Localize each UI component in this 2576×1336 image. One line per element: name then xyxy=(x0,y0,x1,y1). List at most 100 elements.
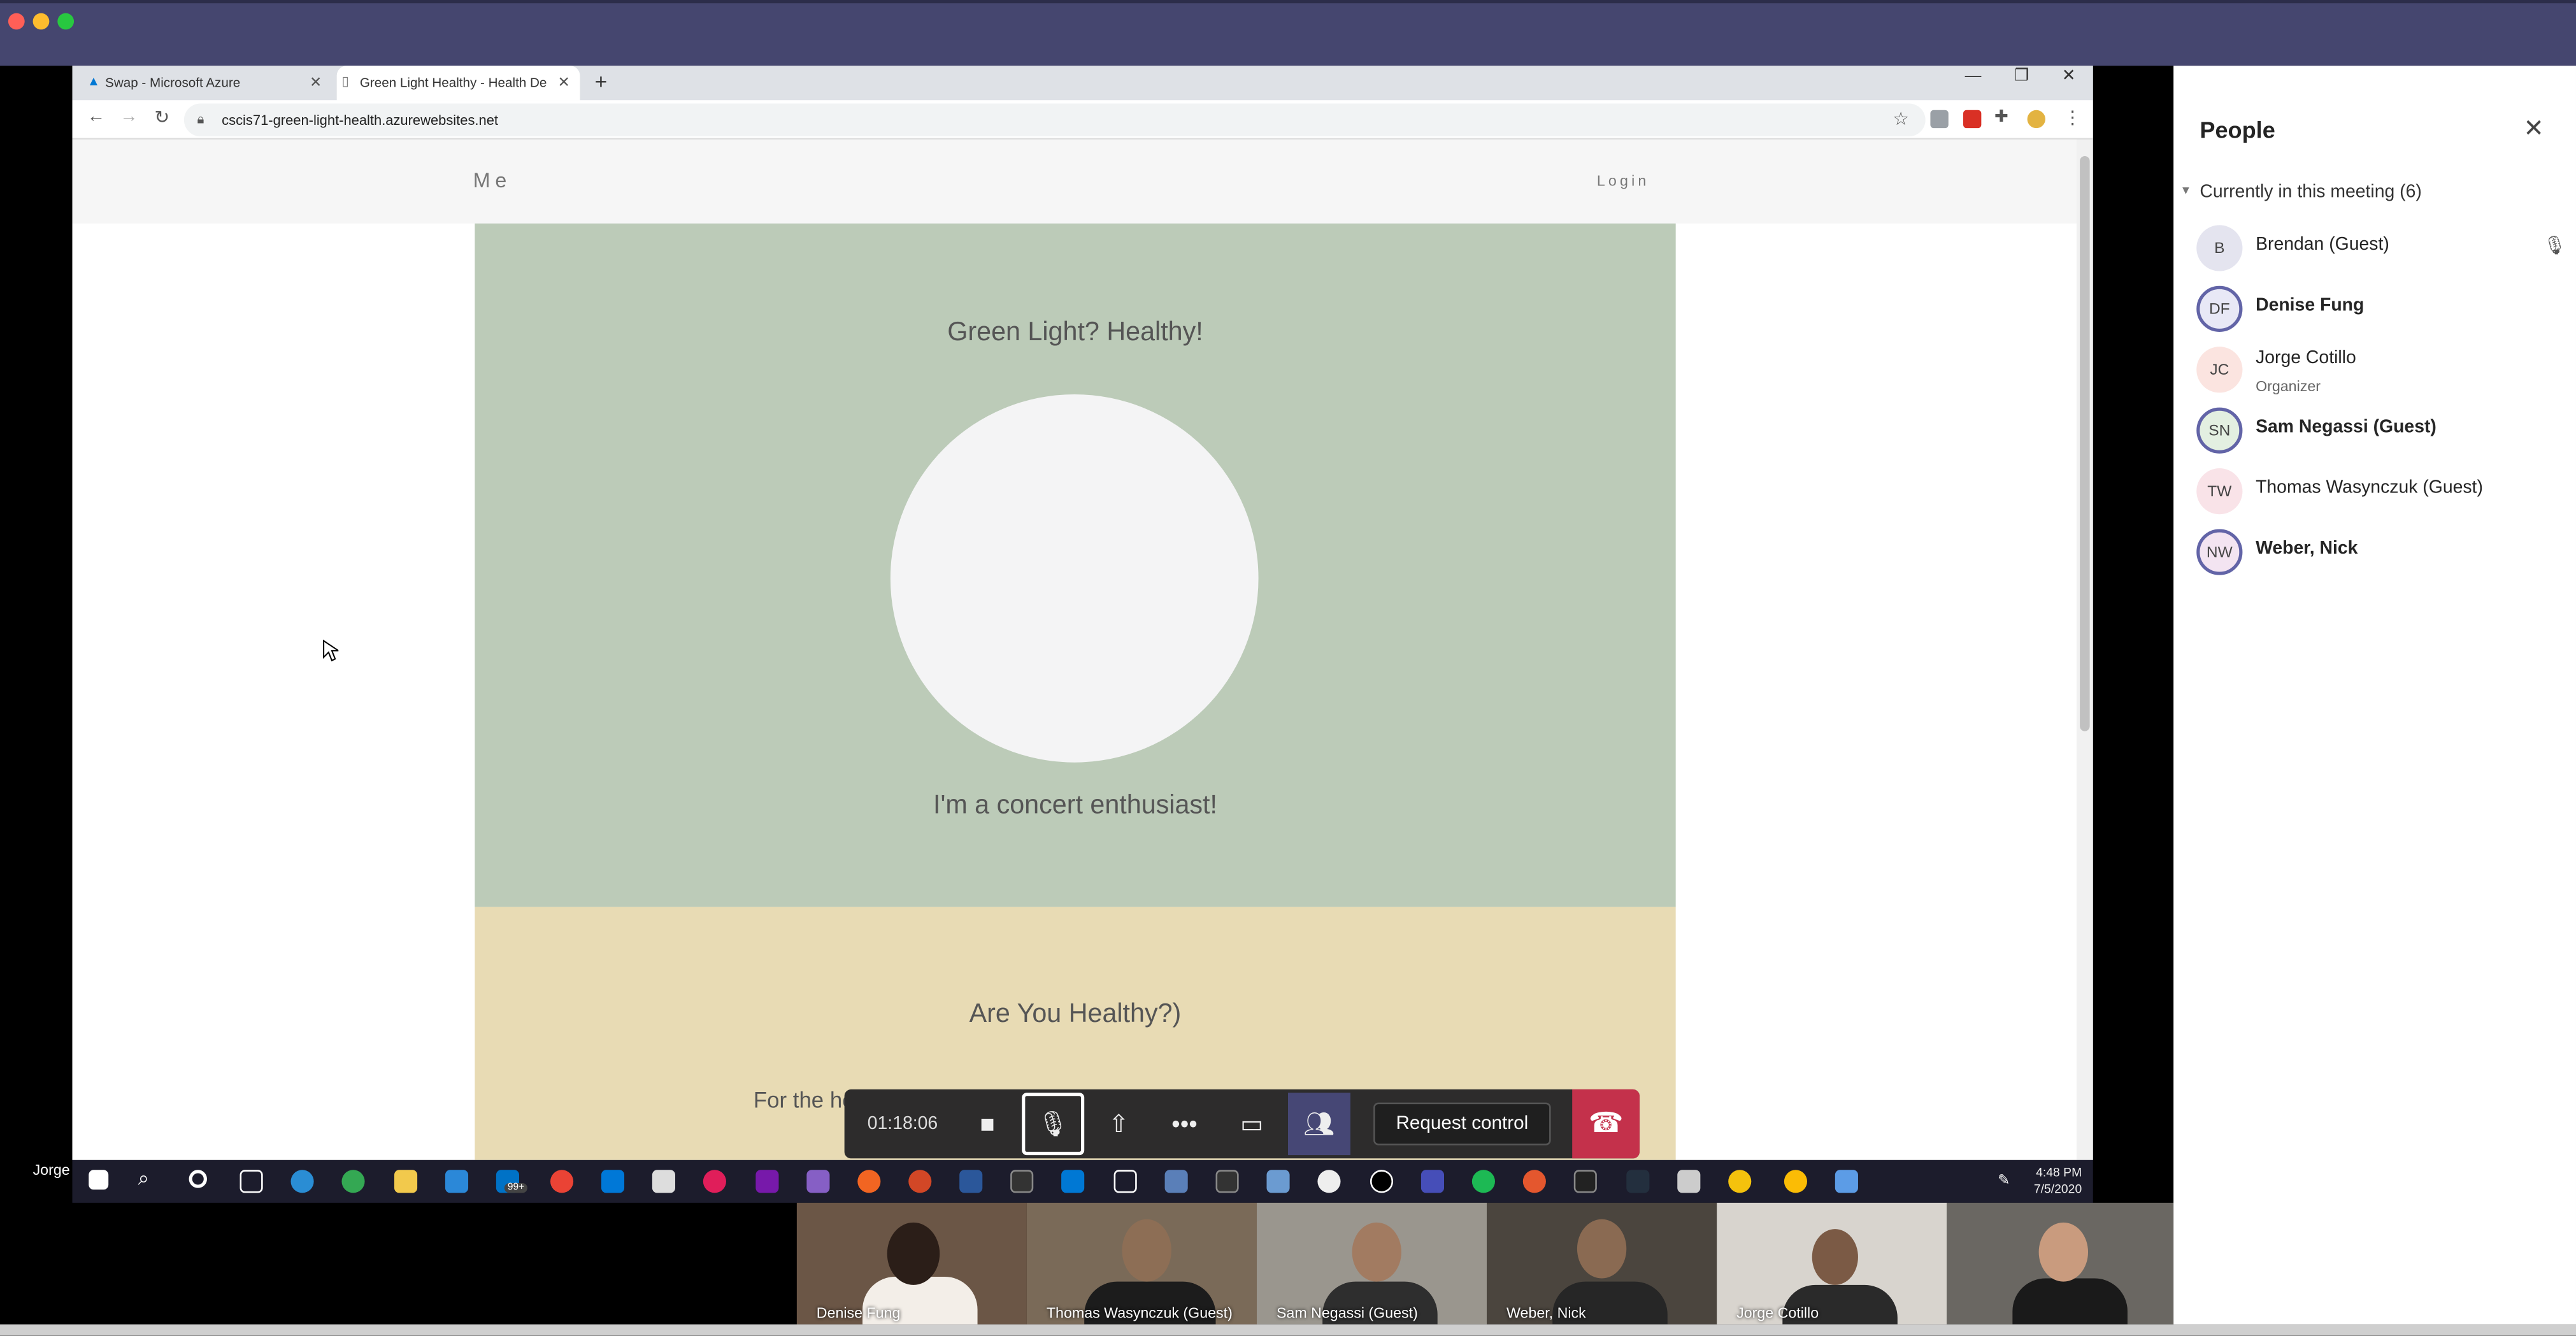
postman-icon[interactable] xyxy=(857,1170,881,1193)
video-tile[interactable]: Thomas Wasynczuk (Guest) xyxy=(1026,1202,1257,1325)
mic-off-icon[interactable]: 🎙︎ xyxy=(1022,1093,1085,1156)
participant-row[interactable]: TW Thomas Wasynczuk (Guest) xyxy=(2196,462,2566,521)
close-icon[interactable]: ✕ xyxy=(2523,113,2544,143)
task-view-icon[interactable] xyxy=(240,1170,263,1193)
hero-subtitle: I'm a concert enthusiast! xyxy=(933,792,1217,820)
address-bar[interactable]: 🔒︎ cscis71-green-light-health.azurewebsi… xyxy=(183,103,1926,137)
tab-azure[interactable]: ▲ Swap - Microsoft Azure ✕ xyxy=(82,66,332,100)
amazon-music-icon[interactable] xyxy=(1626,1170,1650,1193)
site-nav: Me Login xyxy=(72,140,2077,224)
close-icon[interactable]: ✕ xyxy=(2062,68,2076,85)
request-control-button[interactable]: Request control xyxy=(1373,1102,1551,1146)
video-tile[interactable]: Denise Fung xyxy=(796,1202,1027,1325)
powerpoint-icon[interactable] xyxy=(908,1170,932,1193)
search-icon[interactable]: ⌕ xyxy=(138,1167,161,1189)
cortana-icon[interactable] xyxy=(189,1170,207,1188)
hang-up-icon: ☎︎ xyxy=(1588,1107,1624,1139)
word-icon[interactable] xyxy=(959,1170,983,1193)
restore-icon[interactable]: ❐ xyxy=(2014,68,2029,85)
url-text: cscis71-green-light-health.azurewebsites… xyxy=(222,111,498,129)
participant-name: Jorge Cotillo xyxy=(2256,348,2356,368)
reload-icon[interactable]: ↻ xyxy=(154,107,169,128)
app-orange-icon[interactable] xyxy=(1522,1170,1546,1193)
camera-icon[interactable]: ■ xyxy=(959,1093,1015,1155)
minimize-window-icon[interactable] xyxy=(32,13,50,30)
participant-role: Organizer xyxy=(2256,378,2321,394)
share-screen-icon[interactable]: ⇧ xyxy=(1091,1093,1147,1155)
hang-up-button[interactable]: ☎︎ xyxy=(1572,1089,1640,1159)
extension-badge-icon[interactable] xyxy=(1963,110,1982,129)
scrollbar-thumb[interactable] xyxy=(2080,156,2090,731)
video-tile[interactable]: Jorge Cotillo xyxy=(1717,1202,1947,1325)
forward-icon[interactable]: → xyxy=(120,107,138,127)
snip-icon[interactable] xyxy=(1113,1170,1137,1193)
meeting-section-header[interactable]: ▼ Currently in this meeting (6) xyxy=(2180,182,2421,202)
video-name: Thomas Wasynczuk (Guest) xyxy=(1046,1304,1233,1321)
store-icon[interactable] xyxy=(445,1170,469,1193)
network-icon[interactable] xyxy=(1266,1170,1290,1193)
avatar: TW xyxy=(2196,468,2243,515)
more-options-icon[interactable]: ••• xyxy=(1157,1093,1213,1155)
edge-icon[interactable] xyxy=(290,1170,314,1193)
login-link[interactable]: Login xyxy=(1597,173,1650,189)
console-icon[interactable] xyxy=(1215,1170,1239,1193)
github-icon[interactable] xyxy=(1370,1170,1394,1193)
mic-muted-icon: 🎙︎ xyxy=(2543,236,2566,257)
spotify-icon[interactable] xyxy=(1471,1170,1495,1193)
pen-icon[interactable]: ✎ xyxy=(1998,1172,2021,1195)
video-tile[interactable] xyxy=(1947,1202,2174,1325)
maximize-window-icon[interactable] xyxy=(57,13,75,30)
windows-start-icon[interactable] xyxy=(89,1170,109,1190)
participant-row[interactable]: DF Denise Fung xyxy=(2196,279,2566,338)
remote-desktop-icon[interactable] xyxy=(1164,1170,1188,1193)
participants-icon[interactable]: 👥︎ xyxy=(1287,1093,1351,1156)
norton-icon[interactable] xyxy=(1728,1170,1752,1193)
video-tile[interactable]: Sam Negassi (Guest) xyxy=(1256,1202,1487,1325)
app-circle-icon[interactable] xyxy=(1317,1170,1341,1193)
video-tile[interactable]: Weber, Nick xyxy=(1487,1202,1717,1325)
participant-row[interactable]: B Brendan (Guest) 🎙︎ xyxy=(2196,219,2566,278)
hero-title: Green Light? Healthy! xyxy=(947,319,1203,347)
clock-time: 4:48 PM xyxy=(2036,1165,2082,1180)
terminal-icon[interactable] xyxy=(1010,1170,1034,1193)
chat-icon[interactable]: ▭ xyxy=(1224,1093,1280,1155)
close-window-icon[interactable] xyxy=(8,13,25,30)
profile-image-circle xyxy=(890,394,1259,763)
chrome-icon[interactable] xyxy=(341,1170,365,1193)
connect-icon[interactable] xyxy=(1835,1170,1858,1193)
tab-green-light[interactable]: ▯ Green Light Healthy - Health De ✕ xyxy=(336,66,580,101)
azure-icon: ▲ xyxy=(87,74,101,89)
back-icon[interactable]: ← xyxy=(87,107,105,127)
paint-icon[interactable] xyxy=(652,1170,676,1193)
taskbar-clock[interactable]: 4:48 PM 7/5/2020 xyxy=(2034,1165,2082,1198)
cmd-icon[interactable] xyxy=(1573,1170,1597,1193)
participant-row[interactable]: SN Sam Negassi (Guest) xyxy=(2196,401,2566,460)
avatar: NW xyxy=(2196,529,2243,575)
visual-studio-icon[interactable] xyxy=(806,1170,830,1193)
file-explorer-icon[interactable] xyxy=(394,1170,418,1193)
new-tab-button[interactable]: + xyxy=(595,69,608,94)
onenote-icon[interactable] xyxy=(755,1170,779,1193)
close-tab-icon[interactable]: ✕ xyxy=(310,74,322,92)
participant-row[interactable]: JC Jorge Cotillo Organizer xyxy=(2196,340,2566,399)
tab-label: Green Light Healthy - Health De xyxy=(359,75,547,90)
chrome-app-icon[interactable] xyxy=(550,1170,574,1193)
site-brand[interactable]: Me xyxy=(473,169,512,192)
puzzle-icon[interactable]: ✚ xyxy=(1994,108,2008,126)
menu-kebab-icon[interactable]: ⋮ xyxy=(2063,107,2081,128)
vscode-icon[interactable] xyxy=(601,1170,625,1193)
teams-icon[interactable] xyxy=(1420,1170,1445,1193)
avatar: DF xyxy=(2196,285,2243,332)
chrome-active-icon[interactable] xyxy=(1784,1170,1807,1193)
video-name: Denise Fung xyxy=(816,1304,901,1321)
close-tab-icon[interactable]: ✕ xyxy=(557,74,569,92)
star-icon[interactable]: ☆ xyxy=(1893,108,1908,130)
avatar: SN xyxy=(2196,407,2243,454)
notepad-icon[interactable] xyxy=(1677,1170,1701,1193)
participant-row[interactable]: NW Weber, Nick xyxy=(2196,522,2566,582)
minimize-icon[interactable]: — xyxy=(1965,68,1982,85)
outlook-icon[interactable] xyxy=(1061,1170,1085,1193)
slack-icon[interactable] xyxy=(703,1170,726,1193)
profile-avatar-icon[interactable] xyxy=(2027,110,2045,129)
extension-icon[interactable] xyxy=(1930,110,1949,129)
